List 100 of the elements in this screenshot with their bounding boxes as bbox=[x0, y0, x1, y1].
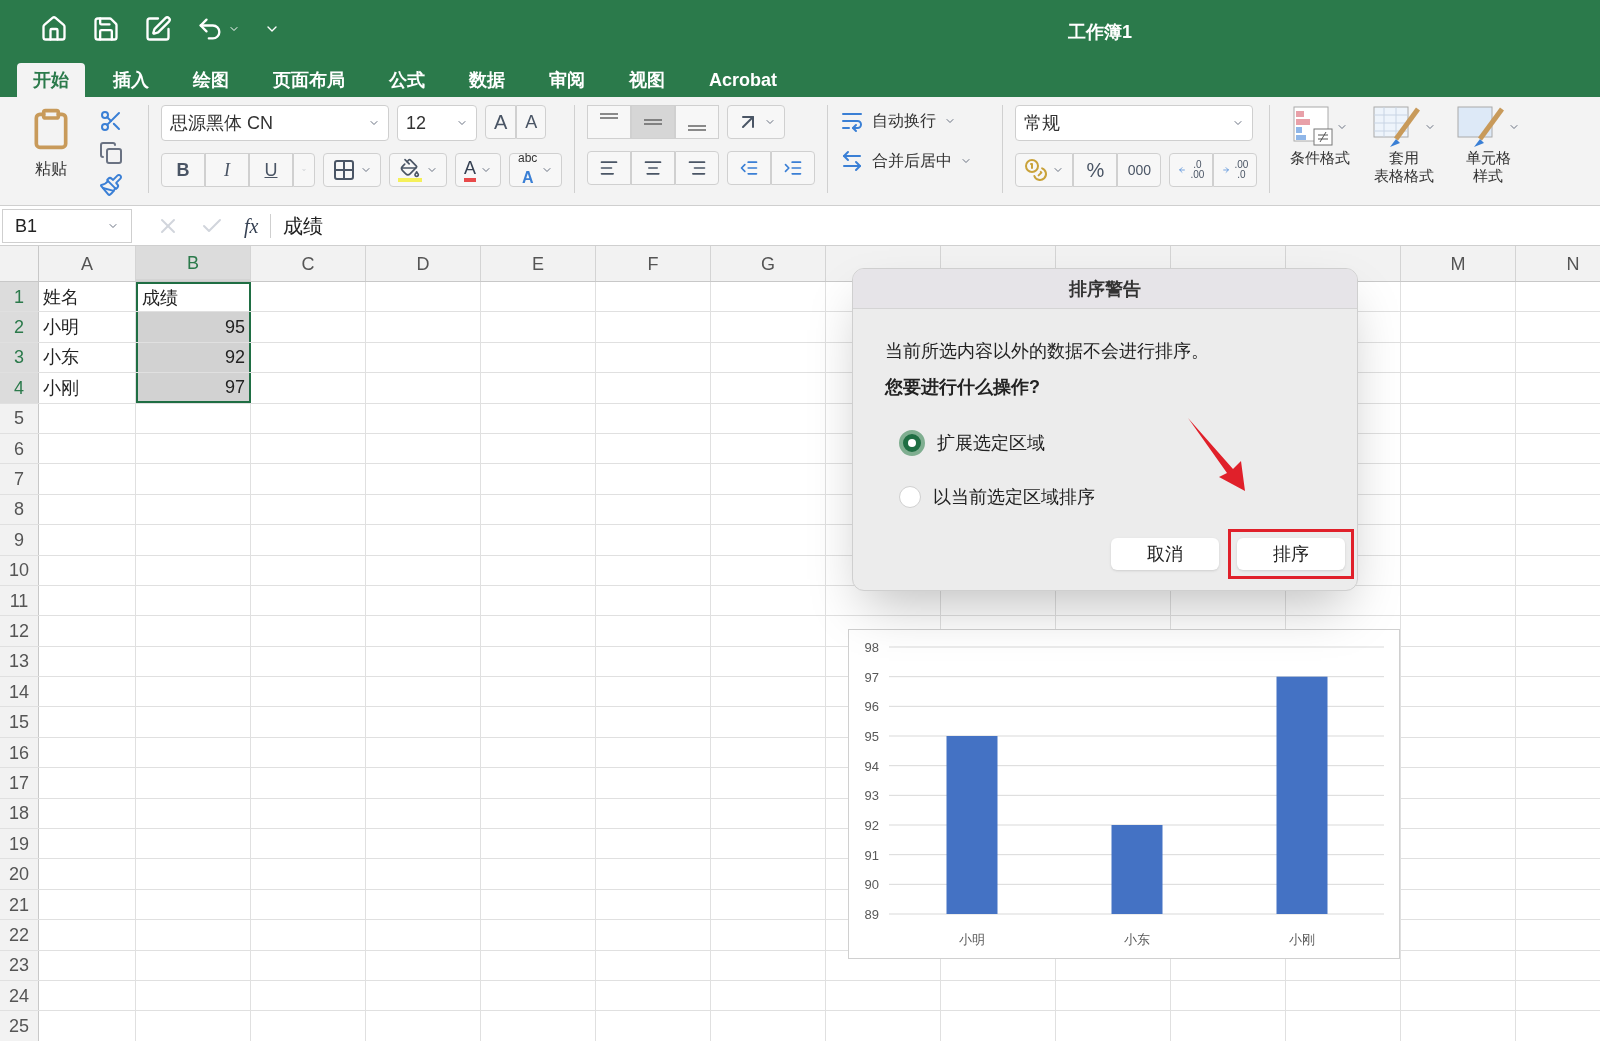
row-header[interactable]: 2 bbox=[0, 312, 39, 342]
shrink-font-button[interactable]: A bbox=[516, 105, 547, 139]
ribbon-tab[interactable]: 页面布局 bbox=[257, 63, 361, 97]
align-center-icon bbox=[643, 158, 664, 178]
font-select[interactable]: 思源黑体 CN bbox=[161, 105, 389, 141]
row-header[interactable]: 10 bbox=[0, 555, 39, 585]
currency-button[interactable] bbox=[1015, 153, 1074, 187]
row-header[interactable]: 17 bbox=[0, 768, 39, 798]
merge-center-button[interactable]: 合并后居中 bbox=[840, 149, 991, 173]
dialog-button[interactable]: 排序 bbox=[1237, 538, 1345, 570]
row-header[interactable]: 23 bbox=[0, 950, 39, 980]
radio-button[interactable] bbox=[899, 430, 925, 456]
row-header[interactable]: 20 bbox=[0, 859, 39, 889]
formula-input[interactable]: 成绩 bbox=[283, 211, 324, 240]
row-header[interactable]: 6 bbox=[0, 433, 39, 464]
ribbon-tab[interactable]: 视图 bbox=[613, 63, 681, 97]
ribbon-tab[interactable]: 插入 bbox=[97, 63, 165, 97]
row-header[interactable]: 24 bbox=[0, 981, 39, 1011]
align-center-button[interactable] bbox=[631, 151, 676, 185]
row-header[interactable]: 5 bbox=[0, 403, 39, 433]
align-lines-icon bbox=[600, 113, 619, 119]
row-header[interactable]: 11 bbox=[0, 585, 39, 616]
row-header[interactable]: 15 bbox=[0, 707, 39, 737]
row-header[interactable]: 1 bbox=[0, 282, 39, 312]
column-header[interactable]: E bbox=[481, 246, 596, 281]
increase-indent-button[interactable] bbox=[771, 151, 816, 185]
format-painter-icon[interactable] bbox=[99, 173, 123, 197]
name-box[interactable]: B1 bbox=[2, 208, 132, 243]
dialog-title: 排序警告 bbox=[1069, 277, 1141, 301]
ribbon-tab[interactable]: 审阅 bbox=[533, 63, 601, 97]
row-header[interactable]: 21 bbox=[0, 889, 39, 920]
ribbon-tab[interactable]: 公式 bbox=[373, 63, 441, 97]
row-header[interactable]: 16 bbox=[0, 737, 39, 768]
column-header[interactable]: F bbox=[596, 246, 711, 281]
row-header[interactable]: 8 bbox=[0, 494, 39, 525]
dialog-button[interactable]: 取消 bbox=[1111, 538, 1219, 570]
font-size-select[interactable]: 12 bbox=[397, 105, 477, 141]
vertical-align-button[interactable] bbox=[631, 105, 676, 139]
row-header[interactable]: 12 bbox=[0, 616, 39, 646]
style-gallery-button[interactable]: 条件格式 bbox=[1282, 105, 1359, 185]
paste-label[interactable]: 粘贴 bbox=[35, 157, 67, 181]
wrap-text-button[interactable]: 自动换行 bbox=[840, 109, 991, 133]
column-header[interactable]: G bbox=[711, 246, 826, 281]
row-header[interactable]: 22 bbox=[0, 920, 39, 950]
column-header[interactable]: C bbox=[251, 246, 366, 281]
orientation-button[interactable] bbox=[727, 105, 786, 139]
decrease-decimal-button[interactable]: .00 .0 bbox=[1213, 153, 1258, 187]
increase-indent-icon bbox=[783, 158, 804, 178]
copy-icon[interactable] bbox=[99, 141, 123, 165]
row-header[interactable]: 25 bbox=[0, 1011, 39, 1041]
vertical-align-button[interactable] bbox=[587, 105, 632, 139]
fill-color-button[interactable] bbox=[389, 153, 447, 187]
axis-tick-label: 93 bbox=[864, 788, 879, 804]
ribbon-tab[interactable]: 开始 bbox=[17, 63, 85, 97]
cut-icon[interactable] bbox=[99, 109, 123, 133]
row-header[interactable]: 13 bbox=[0, 646, 39, 677]
column-header[interactable]: B bbox=[136, 246, 251, 281]
table-cell: 95 bbox=[136, 312, 251, 342]
arrow-left-icon bbox=[1178, 164, 1187, 176]
column-header[interactable]: D bbox=[366, 246, 481, 281]
number-format-select[interactable]: 常规 bbox=[1015, 105, 1254, 141]
table-cell: 97 bbox=[136, 373, 251, 403]
chart-area[interactable]: 89 90 91 92 93 94 95 96 97 98 小明 小东 小刚 bbox=[848, 629, 1400, 959]
home-icon[interactable] bbox=[40, 15, 68, 43]
bold-button[interactable]: B bbox=[161, 153, 205, 187]
row-header[interactable]: 4 bbox=[0, 373, 39, 403]
underline-menu[interactable] bbox=[293, 153, 315, 187]
thousands-button[interactable]: 000 bbox=[1117, 153, 1162, 187]
font-color-button[interactable]: A bbox=[455, 153, 501, 187]
italic-button[interactable]: I bbox=[205, 153, 249, 187]
increase-decimal-button[interactable]: .0 .00 bbox=[1169, 153, 1214, 187]
row-header[interactable]: 9 bbox=[0, 525, 39, 555]
insert-function-button[interactable]: fx bbox=[244, 211, 259, 240]
style-gallery-button[interactable]: 单元格 样式 bbox=[1450, 105, 1527, 185]
phonetic-button[interactable]: abc A bbox=[509, 153, 563, 187]
ribbon-tab[interactable]: 绘图 bbox=[177, 63, 245, 97]
percent-button[interactable]: % bbox=[1073, 153, 1118, 187]
ribbon-tab[interactable]: Acrobat bbox=[693, 63, 793, 97]
decrease-indent-button[interactable] bbox=[727, 151, 772, 185]
row-header[interactable]: 19 bbox=[0, 829, 39, 859]
vertical-align-button[interactable] bbox=[675, 105, 720, 139]
grow-font-button[interactable]: A bbox=[485, 105, 517, 139]
column-header[interactable]: N bbox=[1516, 246, 1600, 281]
radio-label[interactable]: 扩展选定区域 bbox=[937, 429, 1045, 457]
ribbon-tab[interactable]: 数据 bbox=[453, 63, 521, 97]
align-left-button[interactable] bbox=[587, 151, 632, 185]
radio-button[interactable] bbox=[899, 486, 921, 508]
borders-button[interactable] bbox=[323, 153, 381, 187]
row-header[interactable]: 18 bbox=[0, 798, 39, 829]
style-gallery-button[interactable]: 套用 表格格式 bbox=[1366, 105, 1443, 185]
arrow-right-icon bbox=[1222, 164, 1231, 176]
row-header[interactable]: 14 bbox=[0, 677, 39, 707]
save-icon[interactable] bbox=[92, 15, 120, 43]
radio-label[interactable]: 以当前选定区域排序 bbox=[933, 483, 1095, 511]
column-header[interactable]: M bbox=[1401, 246, 1516, 281]
row-header[interactable]: 7 bbox=[0, 464, 39, 494]
align-right-button[interactable] bbox=[675, 151, 720, 185]
edit-document-icon[interactable] bbox=[144, 15, 172, 43]
underline-button[interactable]: U bbox=[249, 153, 293, 187]
row-header[interactable]: 3 bbox=[0, 342, 39, 373]
